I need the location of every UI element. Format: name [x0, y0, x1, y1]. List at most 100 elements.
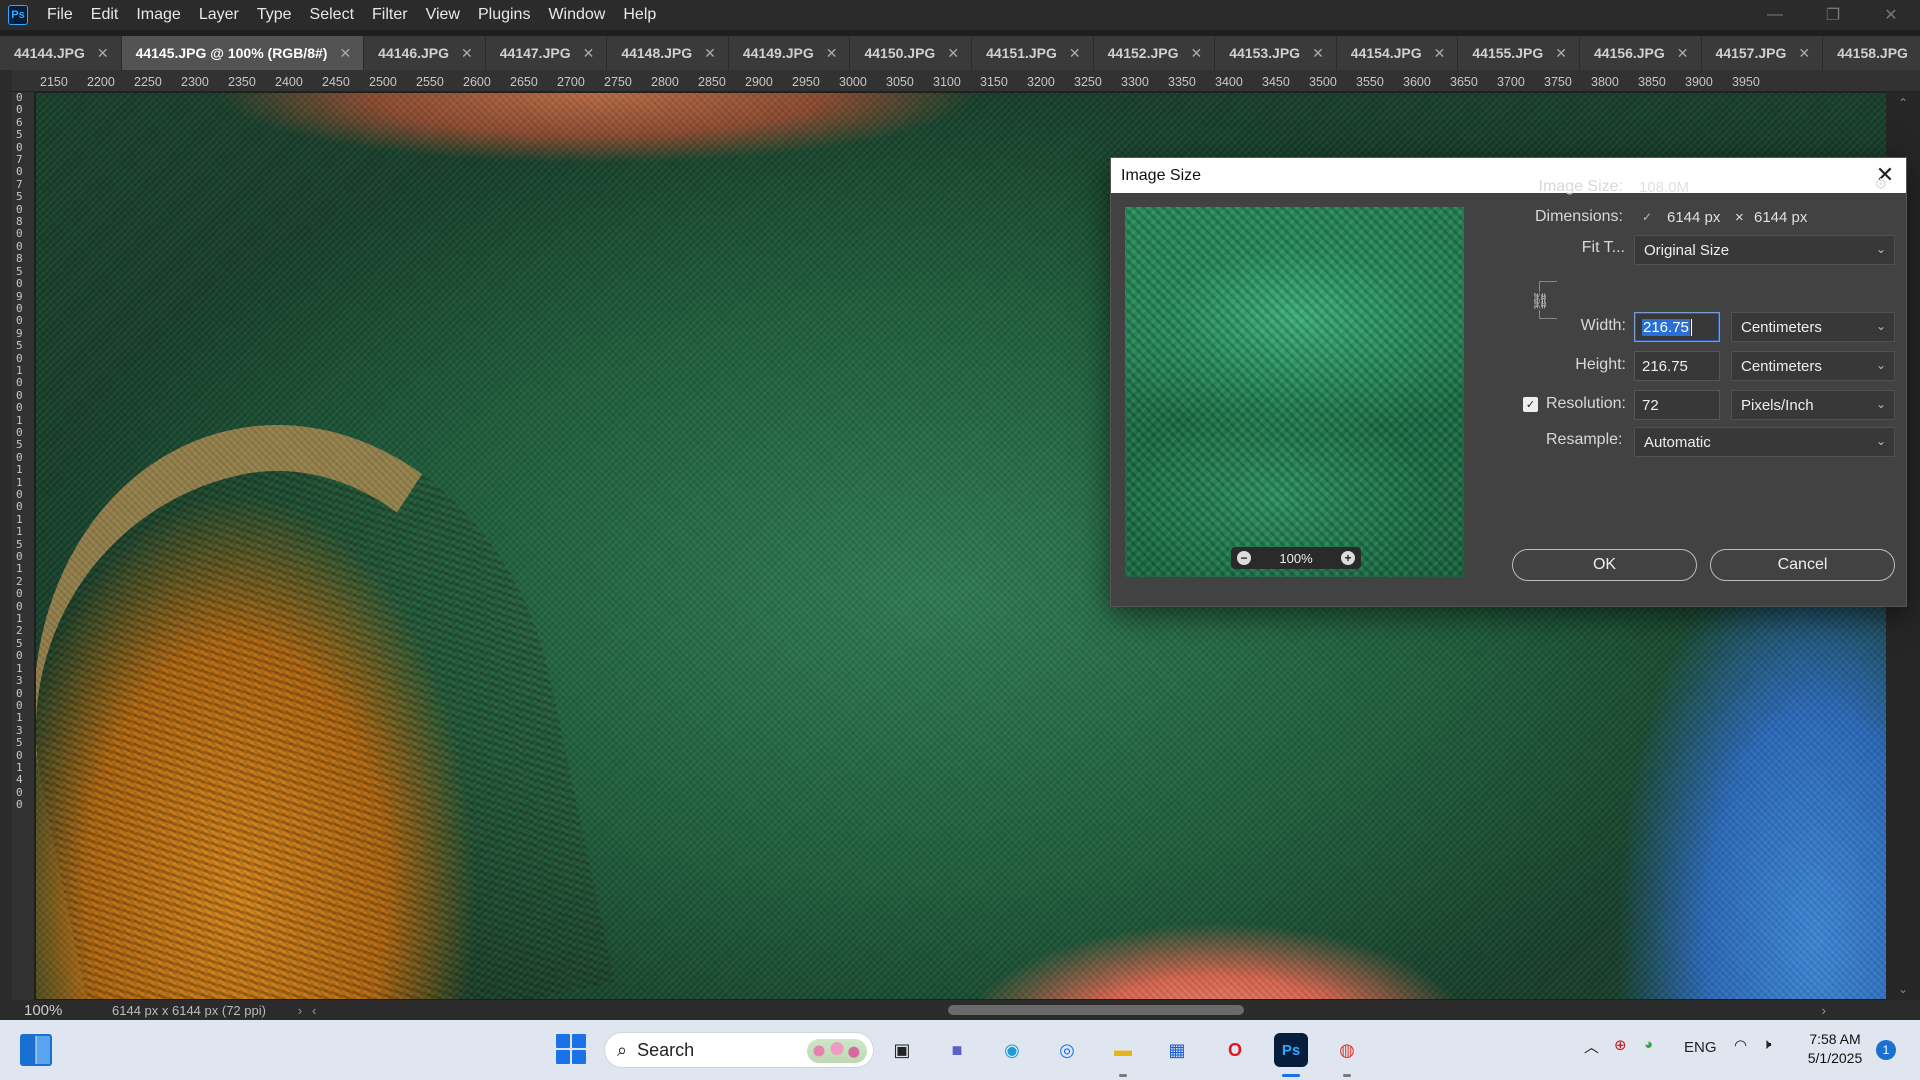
close-window-button[interactable]: ✕ — [1862, 0, 1920, 30]
close-icon[interactable]: ✕ — [826, 45, 838, 62]
close-icon[interactable]: ✕ — [1555, 45, 1567, 62]
scroll-up-icon[interactable]: ⌃ — [1886, 96, 1920, 110]
menu-filter[interactable]: Filter — [363, 0, 417, 30]
start-button[interactable] — [556, 1034, 586, 1064]
menu-image[interactable]: Image — [127, 0, 189, 30]
taskbar-lens-icon[interactable]: ◎ — [1050, 1033, 1084, 1067]
constrain-proportions-link-icon[interactable]: ⛓ — [1530, 292, 1550, 310]
tab-active-document[interactable]: 44145.JPG @ 100% (RGB/8#) ✕ — [121, 36, 365, 70]
canvas-image-embroidery — [36, 375, 615, 999]
ruler-tick-label: 2200 — [87, 75, 115, 89]
menu-file[interactable]: File — [38, 0, 82, 30]
width-input[interactable]: 216.75 — [1634, 312, 1720, 342]
tab-document[interactable]: 44144.JPG ✕ — [0, 36, 122, 70]
tray-vpn-icon[interactable]: ⊕ — [1614, 1036, 1627, 1054]
menu-edit[interactable]: Edit — [82, 0, 128, 30]
menu-window[interactable]: Window — [539, 0, 614, 30]
chevron-down-icon: ⌄ — [1875, 434, 1886, 448]
taskbar-meet-icon[interactable]: ■ — [940, 1033, 974, 1067]
resample-select[interactable]: Automatic ⌄ — [1634, 427, 1895, 457]
close-icon[interactable]: ✕ — [339, 45, 351, 62]
image-size-dialog: Image Size ✕ − 100% + Image Size: 108.0M… — [1110, 157, 1907, 607]
menu-help[interactable]: Help — [614, 0, 665, 30]
close-icon[interactable]: ✕ — [947, 45, 959, 62]
vertical-ruler[interactable]: 0065070750800850900950100010501100115012… — [12, 92, 34, 1000]
running-indicator — [1119, 1074, 1127, 1077]
tray-app-icon[interactable]: ◕ — [1644, 1036, 1653, 1053]
horizontal-scrollbar[interactable]: ‹ › — [312, 1003, 1872, 1018]
tab-document[interactable]: 44149.JPG ✕ — [728, 36, 851, 70]
taskbar-clock[interactable]: 7:58 AM 5/1/2025 — [1798, 1030, 1872, 1068]
ruler-tick-label: 3250 — [1074, 75, 1102, 89]
restore-button[interactable]: ❐ — [1804, 0, 1862, 30]
close-icon[interactable]: ✕ — [704, 45, 716, 62]
dialog-titlebar[interactable]: Image Size — [1111, 158, 1906, 193]
horizontal-ruler[interactable]: 2150 2200 2250 2300 2350 2400 2450 2500 2550 2600… — [12, 70, 1920, 92]
height-unit-select[interactable]: Centimeters ⌄ — [1731, 351, 1895, 381]
close-icon[interactable]: ✕ — [1312, 45, 1324, 62]
tab-document[interactable]: 44152.JPG ✕ — [1093, 36, 1216, 70]
status-zoom[interactable]: 100% — [0, 1002, 88, 1019]
resolution-input[interactable]: 72 — [1634, 390, 1720, 420]
tab-document[interactable]: 44148.JPG ✕ — [607, 36, 729, 70]
taskbar-files-icon[interactable]: ▬ — [1106, 1033, 1140, 1067]
zoom-out-button[interactable]: − — [1237, 551, 1251, 565]
taskbar-task-view-icon[interactable]: ▣ — [885, 1033, 919, 1067]
image-preview[interactable]: − 100% + — [1125, 207, 1464, 577]
close-icon[interactable]: ✕ — [461, 45, 473, 62]
taskbar-search-box[interactable]: ⌕ Search — [604, 1032, 874, 1068]
ok-button[interactable]: OK — [1512, 549, 1697, 581]
fit-to-select[interactable]: Original Size ⌄ — [1634, 235, 1895, 265]
notification-badge[interactable]: 1 — [1876, 1040, 1896, 1060]
tab-document[interactable]: 44158.JPG✕ — [1823, 36, 1920, 70]
menu-view[interactable]: View — [417, 0, 469, 30]
widgets-icon[interactable] — [20, 1034, 52, 1066]
gear-icon[interactable]: ⚙ — [1874, 175, 1887, 193]
taskbar-chrome-icon[interactable]: ◍ — [1330, 1033, 1364, 1067]
tab-document[interactable]: 44153.JPG ✕ — [1215, 36, 1337, 70]
close-icon[interactable]: ✕ — [1677, 45, 1689, 62]
resolution-unit-select[interactable]: Pixels/Inch ⌄ — [1731, 390, 1895, 420]
menu-select[interactable]: Select — [301, 0, 363, 30]
resample-checkbox[interactable]: ✓ — [1523, 397, 1538, 412]
scroll-left-icon[interactable]: ‹ — [312, 1003, 316, 1018]
close-icon[interactable]: ✕ — [1190, 45, 1202, 62]
tab-document[interactable]: 44155.JPG ✕ — [1458, 36, 1580, 70]
tab-document[interactable]: 44150.JPG ✕ — [850, 36, 973, 70]
zoom-in-button[interactable]: + — [1341, 551, 1355, 565]
photoshop-logo-icon[interactable]: Ps — [8, 5, 28, 25]
minimize-button[interactable]: — — [1746, 0, 1804, 30]
menu-plugins[interactable]: Plugins — [469, 0, 539, 30]
menu-type[interactable]: Type — [248, 0, 301, 30]
ruler-tick-label: 2400 — [275, 75, 303, 89]
tab-document[interactable]: 44146.JPG ✕ — [364, 36, 486, 70]
tab-document[interactable]: 44147.JPG ✕ — [485, 36, 608, 70]
status-menu-arrow-icon[interactable]: › — [288, 1003, 312, 1018]
close-icon[interactable]: ✕ — [1434, 45, 1446, 62]
taskbar-photoshop-icon[interactable]: Ps — [1274, 1033, 1308, 1067]
taskbar-edge-icon[interactable]: ◉ — [995, 1033, 1029, 1067]
wifi-icon[interactable]: ◠ — [1734, 1036, 1747, 1054]
close-icon[interactable]: ✕ — [97, 45, 109, 62]
tab-document[interactable]: 44156.JPG ✕ — [1579, 36, 1702, 70]
menu-layer[interactable]: Layer — [190, 0, 248, 30]
tab-document[interactable]: 44151.JPG ✕ — [972, 36, 1094, 70]
ruler-tick-label: 2250 — [134, 75, 162, 89]
horizontal-scroll-thumb[interactable] — [948, 1005, 1244, 1015]
tab-document[interactable]: 44154.JPG ✕ — [1336, 36, 1459, 70]
volume-muted-icon[interactable]: 🕨 — [1762, 1036, 1771, 1053]
tab-document[interactable]: 44157.JPG ✕ — [1701, 36, 1824, 70]
scroll-down-icon[interactable]: ⌄ — [1886, 982, 1920, 996]
tray-overflow-chevron-icon[interactable]: ︿ — [1584, 1036, 1599, 1057]
close-icon[interactable]: ✕ — [1798, 45, 1810, 62]
close-icon[interactable]: ✕ — [1069, 45, 1081, 62]
close-icon[interactable]: ✕ — [583, 45, 595, 62]
tray-language[interactable]: ENG — [1684, 1039, 1717, 1056]
height-input[interactable]: 216.75 — [1634, 351, 1720, 381]
width-unit-select[interactable]: Centimeters ⌄ — [1731, 312, 1895, 342]
cancel-button[interactable]: Cancel — [1710, 549, 1895, 581]
dimensions-dropdown-icon[interactable]: ✓ — [1638, 208, 1656, 226]
taskbar-opera-icon[interactable]: O — [1218, 1033, 1252, 1067]
taskbar-store-icon[interactable]: ▦ — [1160, 1033, 1194, 1067]
scroll-right-icon[interactable]: › — [1822, 1003, 1826, 1018]
